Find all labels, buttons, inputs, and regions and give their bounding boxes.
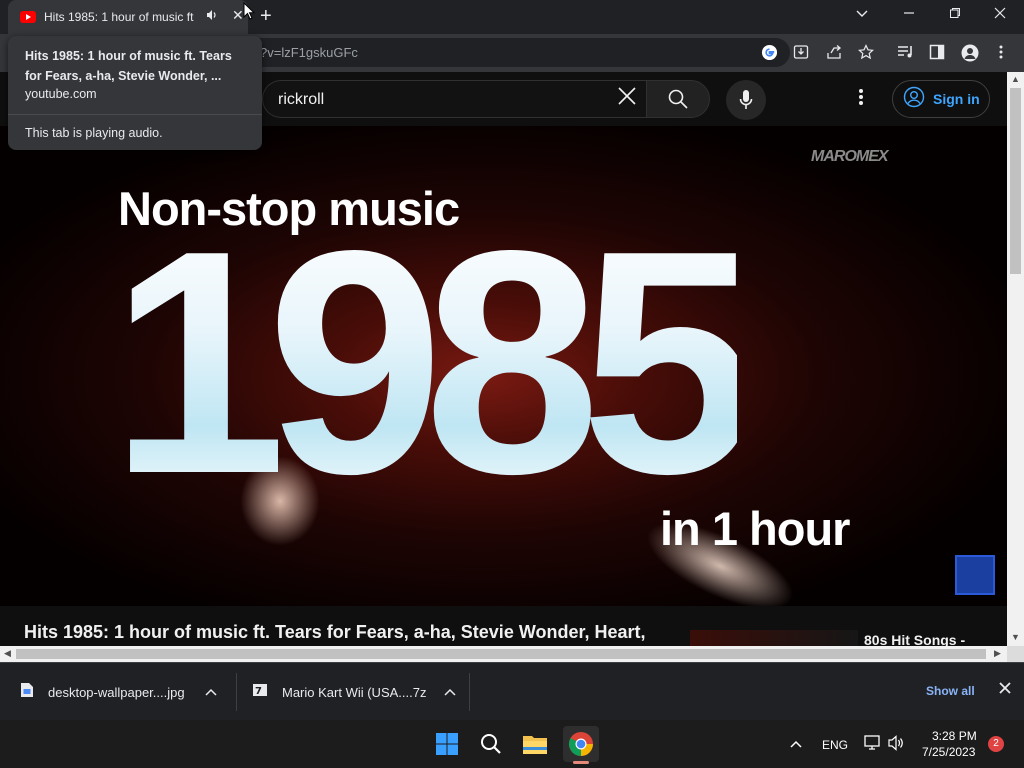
install-icon[interactable] [793, 44, 809, 64]
new-tab-plus-icon[interactable]: + [260, 5, 272, 28]
scroll-down-icon[interactable]: ▼ [1011, 632, 1020, 642]
download-item[interactable]: 7 Mario Kart Wii (USA....7z [252, 663, 456, 721]
downloads-divider [236, 673, 237, 711]
sign-in-label: Sign in [933, 91, 980, 107]
downloads-bar: desktop-wallpaper....jpg 7 Mario Kart Wi… [0, 662, 1024, 720]
taskbar-search-icon[interactable] [475, 728, 507, 760]
download-filename: Mario Kart Wii (USA....7z [282, 684, 427, 700]
hover-card-domain: youtube.com [25, 87, 97, 101]
video-text-year: 1985 [110, 185, 757, 540]
profile-icon[interactable] [961, 44, 979, 66]
scroll-up-icon[interactable]: ▲ [1011, 74, 1020, 84]
chevron-up-icon[interactable] [444, 685, 456, 700]
clock-date[interactable]: 7/25/2023 [922, 745, 975, 759]
scroll-right-icon[interactable]: ▶ [994, 648, 1001, 659]
chrome-taskbar-icon[interactable] [563, 726, 599, 764]
active-app-indicator [573, 761, 589, 764]
search-icon [668, 89, 688, 114]
search-button[interactable] [646, 80, 710, 118]
network-icon[interactable] [864, 735, 882, 756]
volume-icon[interactable] [888, 735, 904, 756]
language-indicator[interactable]: ENG [822, 738, 848, 752]
svg-text:7: 7 [255, 686, 262, 697]
video-title: Hits 1985: 1 hour of music ft. Tears for… [24, 622, 646, 642]
show-all-downloads-button[interactable]: Show all [926, 684, 975, 698]
restore-icon[interactable] [949, 6, 961, 24]
address-url: ?v=lzF1gskuGFc [260, 45, 358, 60]
windows-start-icon[interactable] [431, 728, 463, 760]
hover-card-divider [8, 114, 262, 115]
scroll-left-icon[interactable]: ◀ [4, 648, 11, 659]
more-vert-icon[interactable] [998, 44, 1004, 64]
clock-time[interactable]: 3:28 PM [932, 729, 977, 743]
bookmark-star-icon[interactable] [858, 44, 874, 64]
hover-card-title: Hits 1985: 1 hour of music ft. Tears for… [25, 49, 232, 83]
download-filename: desktop-wallpaper....jpg [48, 684, 185, 700]
search-input[interactable]: rickroll [262, 80, 646, 118]
file-explorer-icon[interactable] [519, 728, 551, 760]
share-icon[interactable] [826, 44, 842, 64]
windows-taskbar: ENG 3:28 PM 7/25/2023 [0, 720, 1024, 768]
scrollbar-thumb[interactable] [1010, 88, 1021, 274]
vertical-scrollbar[interactable]: ▲ ▼ [1007, 72, 1024, 646]
scrollbar-corner [1007, 646, 1024, 662]
tab-hover-card: Hits 1985: 1 hour of music ft. Tears for… [8, 36, 262, 150]
downloads-divider [469, 673, 470, 711]
search-query: rickroll [278, 91, 325, 108]
chevron-up-icon[interactable] [205, 685, 217, 700]
scrollbar-thumb[interactable] [16, 649, 986, 659]
mouse-cursor-icon [243, 1, 256, 25]
recommended-thumbnail[interactable] [690, 630, 858, 646]
video-info: Hits 1985: 1 hour of music ft. Tears for… [0, 606, 1007, 648]
close-downloads-icon[interactable] [999, 681, 1011, 699]
tab-close-icon[interactable]: ✕ [232, 7, 244, 24]
archive-file-icon: 7 [252, 683, 268, 702]
clear-search-icon[interactable] [616, 85, 638, 113]
image-file-icon [20, 682, 34, 703]
google-icon[interactable] [761, 44, 778, 65]
tab-title: Hits 1985: 1 hour of music ft. [44, 10, 194, 24]
video-player[interactable]: MAROMEX Non-stop music 1985 in 1 hour [0, 126, 1007, 606]
youtube-favicon-icon [20, 11, 36, 23]
channel-branding-watermark[interactable] [955, 555, 995, 595]
screen: Hits 1985: 1 hour of music ft. ✕ + ?v=lz… [0, 0, 1024, 768]
horizontal-scrollbar[interactable]: ◀ ▶ [0, 646, 1007, 662]
voice-search-button[interactable] [726, 80, 766, 120]
media-control-icon[interactable] [897, 44, 915, 64]
microphone-icon [739, 89, 753, 116]
video-text-line3: in 1 hour [660, 502, 850, 555]
download-item[interactable]: desktop-wallpaper....jpg [20, 663, 217, 721]
minimize-icon[interactable] [903, 6, 915, 24]
sign-in-button[interactable]: Sign in [892, 80, 990, 118]
tray-chevron-up-icon[interactable] [790, 736, 802, 754]
hover-card-audio-status: This tab is playing audio. [25, 126, 163, 140]
notification-badge[interactable]: 2 [988, 736, 1004, 752]
browser-tab-strip: Hits 1985: 1 hour of music ft. ✕ + [0, 0, 1024, 34]
window-close-icon[interactable] [994, 6, 1006, 24]
speaker-icon[interactable] [206, 9, 218, 24]
account-circle-icon [903, 86, 925, 113]
chevron-down-icon[interactable] [856, 6, 868, 24]
tab-youtube[interactable]: Hits 1985: 1 hour of music ft. ✕ [8, 0, 248, 34]
channel-watermark: MAROMEX [811, 148, 889, 165]
side-panel-icon[interactable] [929, 44, 945, 64]
settings-more-icon[interactable] [858, 88, 864, 111]
